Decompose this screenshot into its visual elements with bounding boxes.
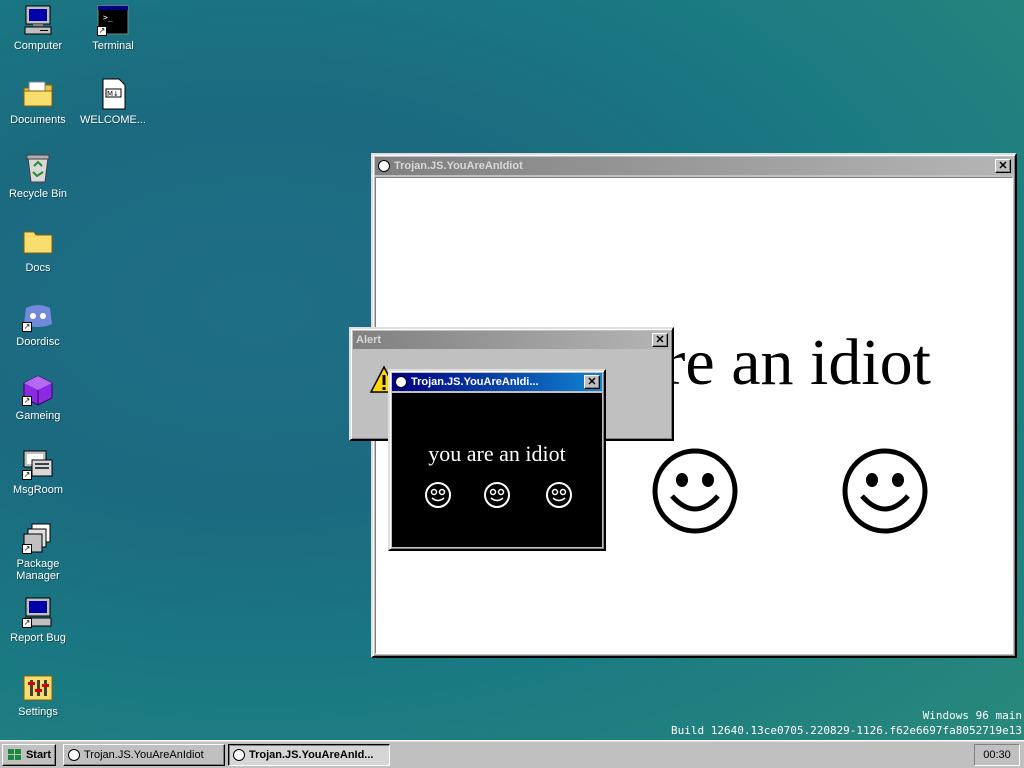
game-cube-icon: ↗ (22, 374, 54, 406)
smiley-icon (68, 749, 80, 761)
desktop-icon-docs[interactable]: Docs (0, 226, 76, 274)
taskbar-item-label: Trojan.JS.YouAreAnIdiot (84, 749, 204, 761)
desktop-icon-label: Report Bug (10, 632, 66, 644)
shortcut-arrow-icon: ↗ (22, 618, 32, 628)
shortcut-arrow-icon: ↗ (22, 544, 32, 554)
desktop-icon-gameing[interactable]: ↗ Gameing (0, 374, 76, 422)
close-button[interactable]: ✕ (584, 375, 600, 389)
desktop-icon-label: Terminal (92, 40, 134, 52)
close-button[interactable]: ✕ (652, 333, 668, 347)
smiley-face-icon (842, 448, 928, 534)
smiley-face-icon (652, 448, 738, 534)
small-window-content: you are an idiot (392, 393, 602, 547)
desktop-icon-label: WELCOME... (79, 114, 146, 126)
taskbar-item-big-idiot[interactable]: Trojan.JS.YouAreAnIdiot (63, 744, 225, 766)
desktop-icon-label: Documents (10, 114, 66, 126)
smiley-icon (378, 160, 390, 172)
taskbar-item-label: Trojan.JS.YouAreAnId... (249, 749, 374, 761)
computer-icon (22, 4, 54, 36)
watermark-line-1: Windows 96 main (922, 709, 1022, 722)
desktop-icon-documents[interactable]: Documents (0, 78, 76, 126)
doordisc-icon: ↗ (22, 300, 54, 332)
small-idiot-window[interactable]: Trojan.JS.YouAreAnIdi... ✕ you are an id… (388, 369, 606, 551)
report-bug-icon: ↗ (22, 596, 54, 628)
close-button[interactable]: ✕ (995, 159, 1011, 173)
desktop-icon-label: Gameing (15, 410, 61, 422)
folder-icon (22, 226, 54, 258)
desktop-icon-msgroom[interactable]: ↗ MsgRoom (0, 448, 76, 496)
desktop-icon-label: Docs (25, 262, 51, 274)
desktop-icon-package-manager[interactable]: ↗ Package Manager (0, 522, 76, 582)
system-tray-clock[interactable]: 00:30 (974, 744, 1020, 766)
recycle-bin-icon (22, 152, 54, 184)
desktop-icon-computer[interactable]: Computer (0, 4, 76, 52)
start-label: Start (25, 749, 51, 761)
desktop-icon-label: MsgRoom (12, 484, 64, 496)
settings-icon (22, 670, 54, 702)
title-bar[interactable]: Alert ✕ (353, 331, 670, 349)
desktop-icon-terminal[interactable]: >_ ↗ Terminal (75, 4, 151, 52)
shortcut-arrow-icon: ↗ (22, 470, 32, 480)
svg-text:M↓: M↓ (107, 90, 119, 98)
window-title: Trojan.JS.YouAreAnIdi... (411, 376, 539, 388)
desktop-icon-settings[interactable]: Settings (0, 670, 76, 718)
desktop-icon-welcome[interactable]: M↓ WELCOME... (75, 78, 151, 126)
smiley-face-icon (425, 482, 451, 508)
desktop-icon-label: Settings (18, 706, 58, 718)
window-title: Trojan.JS.YouAreAnIdiot (394, 160, 523, 172)
smiley-icon (395, 376, 407, 388)
markdown-file-icon: M↓ (97, 78, 129, 110)
desktop-icon-label: Package Manager (16, 558, 60, 582)
desktop-icon-label: Computer (13, 40, 63, 52)
package-manager-icon: ↗ (22, 522, 54, 554)
start-button[interactable]: Start (2, 744, 56, 766)
idiot-text: you are an idiot (428, 441, 566, 466)
taskbar: Start Trojan.JS.YouAreAnIdiot Trojan.JS.… (0, 740, 1024, 768)
taskbar-item-small-idiot[interactable]: Trojan.JS.YouAreAnId... (228, 744, 390, 766)
desktop-icon-doordisc[interactable]: ↗ Doordisc (0, 300, 76, 348)
desktop-icon-label: Recycle Bin (8, 188, 68, 200)
watermark-line-2: Build 12640.13ce0705.220829-1126.f62e669… (671, 724, 1022, 737)
window-title: Alert (356, 334, 382, 346)
smiley-icon (233, 749, 245, 761)
shortcut-arrow-icon: ↗ (22, 322, 32, 332)
msgroom-icon: ↗ (22, 448, 54, 480)
windows-logo-icon (7, 749, 21, 760)
desktop-icon-report-bug[interactable]: ↗ Report Bug (0, 596, 76, 644)
shortcut-arrow-icon: ↗ (22, 396, 32, 406)
title-bar[interactable]: Trojan.JS.YouAreAnIdi... ✕ (392, 373, 602, 391)
desktop-icon-label: Doordisc (16, 336, 60, 348)
svg-text:>_: >_ (103, 13, 113, 22)
terminal-icon: >_ ↗ (97, 4, 129, 36)
smiley-face-icon (546, 482, 572, 508)
clock-text: 00:30 (983, 749, 1011, 761)
shortcut-arrow-icon: ↗ (97, 26, 107, 36)
smiley-face-icon (484, 482, 510, 508)
documents-folder-icon (22, 78, 54, 110)
desktop-icon-recycle-bin[interactable]: Recycle Bin (0, 152, 76, 200)
title-bar[interactable]: Trojan.JS.YouAreAnIdiot ✕ (375, 157, 1013, 175)
